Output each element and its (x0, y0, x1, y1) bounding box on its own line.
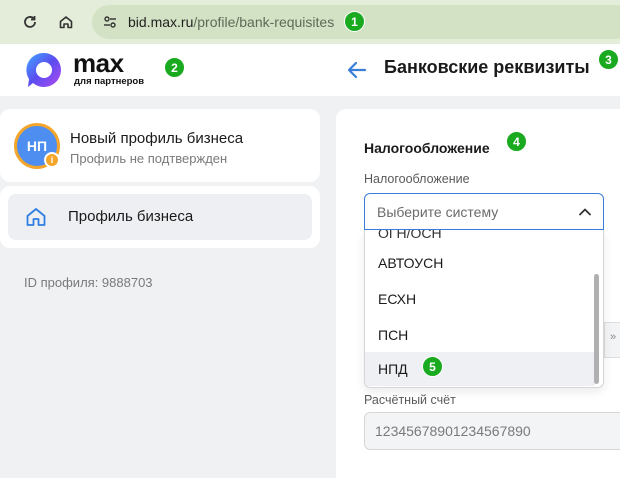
browser-toolbar: bid.max.ru/profile/bank-requisites 1 (0, 0, 620, 44)
step-badge-1: 1 (344, 11, 365, 32)
partially-hidden-input[interactable]: » (604, 322, 620, 358)
step-badge-2: 2 (164, 57, 185, 78)
hidden-input-fragment: » (610, 331, 617, 343)
chevron-up-icon[interactable] (577, 204, 593, 220)
app-header: max для партнеров 2 Банковские реквизиты… (0, 44, 620, 96)
dropdown-scrollbar[interactable] (594, 274, 599, 384)
sidebar-item-business-profile[interactable]: Профиль бизнеса (8, 194, 312, 240)
step-badge-3: 3 (598, 49, 619, 70)
max-logo-icon[interactable] (24, 50, 64, 90)
account-number-value: 12345678901234567890 (375, 423, 531, 439)
profile-status: Профиль не подтвержден (70, 151, 228, 166)
url-text: bid.max.ru/profile/bank-requisites (128, 14, 334, 30)
info-icon: i (44, 152, 60, 168)
taxation-dropdown: ОГН/ОСН АВТОУСН ЕСХН ПСН НПД (364, 230, 604, 388)
sidebar-nav: Профиль бизнеса (0, 186, 320, 248)
option-psn[interactable]: ПСН (365, 318, 595, 352)
taxation-field-label: Налогообложение (364, 172, 470, 186)
page-title: Банковские реквизиты (384, 57, 590, 77)
url-path: /profile/bank-requisites (193, 14, 335, 30)
reload-icon[interactable] (17, 9, 43, 35)
sidebar-item-label: Профиль бизнеса (68, 208, 194, 225)
profile-card[interactable]: НП i Новый профиль бизнеса Профиль не по… (0, 109, 320, 182)
back-arrow-icon[interactable] (345, 58, 369, 82)
url-host: bid.max.ru (128, 14, 194, 30)
step-badge-4: 4 (506, 131, 527, 152)
account-field-label: Расчётный счёт (364, 393, 456, 407)
site-settings-icon[interactable] (100, 12, 120, 32)
select-placeholder: Выберите систему (377, 204, 499, 220)
logo-subtitle: для партнеров (74, 76, 145, 87)
profile-id: ID профиля: 9888703 (24, 275, 153, 290)
option-eshn[interactable]: ЕСХН (365, 282, 595, 316)
taxation-select[interactable]: Выберите систему (364, 193, 604, 230)
option-npd[interactable]: НПД (365, 352, 595, 386)
home-icon (24, 205, 48, 229)
step-badge-5: 5 (422, 356, 443, 377)
option-avtousn[interactable]: АВТОУСН (365, 246, 595, 280)
section-title: Налогообложение (364, 140, 490, 156)
logo-text: max (73, 48, 124, 78)
account-number-field[interactable]: 12345678901234567890 (364, 412, 620, 450)
profile-name: Новый профиль бизнеса (70, 130, 244, 147)
home-icon[interactable] (53, 9, 79, 35)
